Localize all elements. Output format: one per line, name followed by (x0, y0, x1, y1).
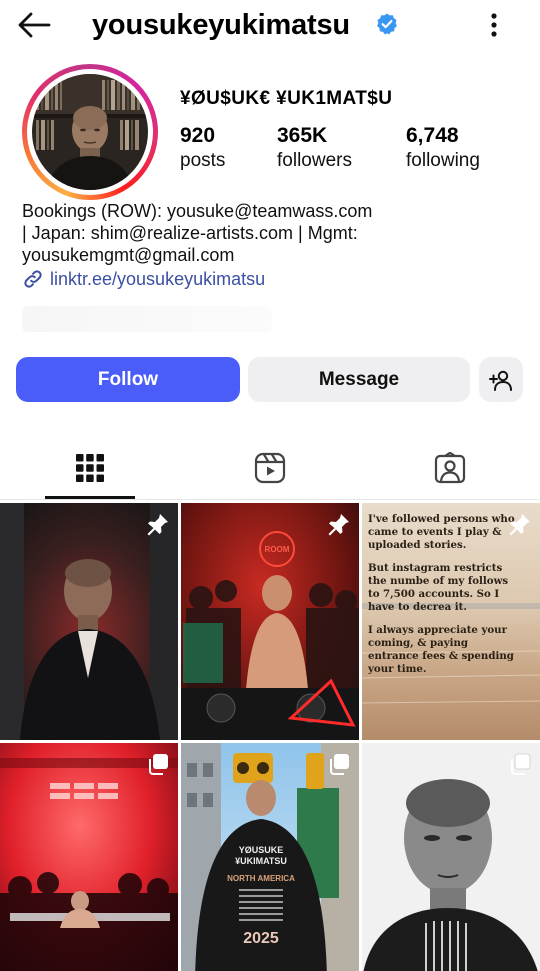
grid-icon (76, 454, 104, 482)
text-post-paragraph: I always appreciate your coming, & payin… (368, 624, 514, 675)
profile-link-text: linktr.ee/yousukeyukimatsu (50, 268, 266, 289)
grid-post[interactable]: ROOM (181, 503, 359, 740)
followers-label: followers (277, 150, 352, 171)
suggested-users-button[interactable] (479, 357, 523, 402)
verified-badge-icon (377, 13, 397, 35)
story-ring[interactable] (22, 64, 158, 200)
grid-post[interactable] (0, 743, 178, 971)
message-button[interactable]: Message (248, 357, 470, 402)
text-post-paragraph: But instagram restricts the numbe of my … (368, 562, 509, 613)
shirt-text-line2: ¥UKIMATSU (235, 856, 287, 866)
profile-avatar (32, 74, 148, 190)
grid-post[interactable]: YØUSUKE ¥UKIMATSU NORTH AMERICA 2025 (181, 743, 359, 971)
posts-count: 920 (180, 124, 216, 147)
tab-reels[interactable] (225, 436, 315, 500)
following-stat[interactable]: 6,748 following (406, 123, 480, 173)
profile-header: yousukeyukimatsu (0, 0, 540, 50)
multiple-posts-icon (511, 753, 531, 775)
posts-label: posts (180, 150, 226, 171)
text-post-content: I've followed persons who came to events… (368, 513, 518, 686)
followers-stat[interactable]: 365K followers (277, 123, 352, 173)
grid-post[interactable] (0, 503, 178, 740)
pin-icon (147, 514, 168, 536)
link-icon (24, 270, 42, 288)
following-label: following (406, 150, 480, 171)
bio-line: | Japan: shim@realize-artists.com | Mgmt… (22, 223, 358, 243)
sign-text: ROOM (265, 545, 290, 554)
tab-posts-grid[interactable] (45, 436, 135, 500)
pin-icon (328, 514, 349, 536)
posts-stat[interactable]: 920 posts (180, 123, 225, 173)
more-options-button[interactable] (478, 8, 510, 42)
following-count: 6,748 (406, 124, 459, 147)
reels-icon (254, 452, 286, 484)
faded-placeholder (22, 306, 272, 332)
add-user-icon (489, 370, 512, 391)
profile-bio: Bookings (ROW): yousuke@teamwass.com | J… (22, 200, 522, 266)
active-tab-indicator (45, 496, 135, 499)
profile-display-name: ¥ØU$UK€ ¥UK1MAT$U (180, 88, 393, 109)
bio-line: Bookings (ROW): yousuke@teamwass.com (22, 201, 373, 221)
tagged-icon (434, 452, 466, 484)
shirt-text-line1: YØUSUKE (239, 845, 284, 855)
followers-count: 365K (277, 124, 328, 147)
multiple-posts-icon (149, 754, 168, 775)
bio-line: yousukemgmt@gmail.com (22, 245, 235, 265)
text-post-paragraph: I've followed persons who came to events… (368, 513, 515, 551)
profile-tabs (0, 436, 540, 500)
profile-username: yousukeyukimatsu (92, 9, 350, 41)
profile-link[interactable]: linktr.ee/yousukeyukimatsu (22, 268, 265, 290)
grid-post-text[interactable]: I've followed persons who came to events… (362, 503, 540, 740)
back-button[interactable] (14, 8, 54, 42)
shirt-text-year: 2025 (243, 930, 279, 947)
grid-post[interactable] (362, 743, 540, 971)
arrow-left-icon (18, 12, 51, 38)
shirt-text-line3: NORTH AMERICA (227, 874, 295, 883)
multiple-posts-icon (330, 754, 349, 775)
tab-tagged[interactable] (405, 436, 495, 500)
pin-icon (509, 514, 530, 536)
follow-button[interactable]: Follow (16, 357, 240, 402)
more-vertical-icon (491, 13, 497, 37)
